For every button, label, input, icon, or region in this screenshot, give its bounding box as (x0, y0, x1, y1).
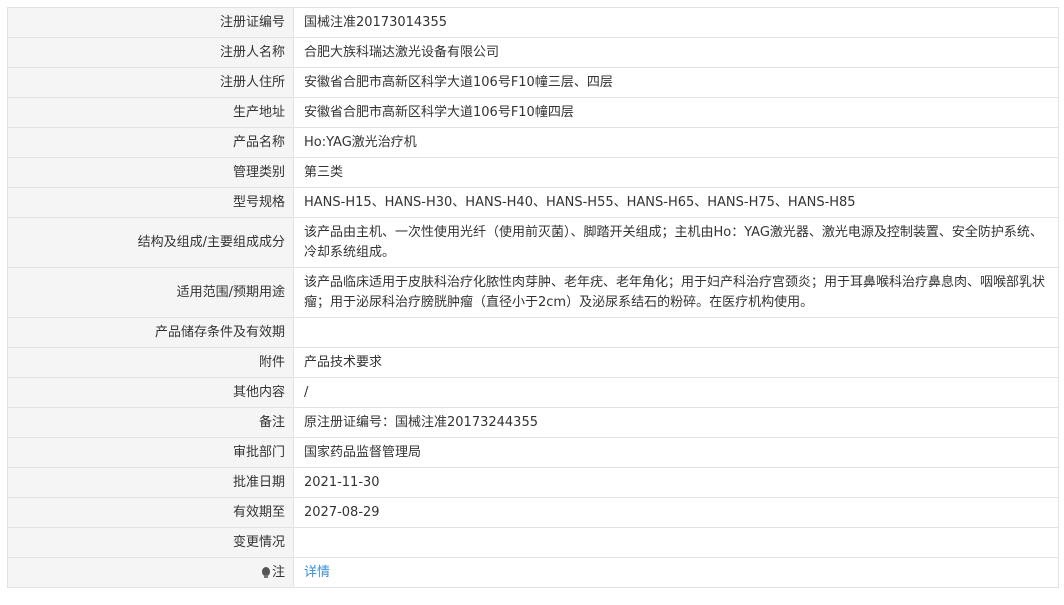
row-value: 国家药品监督管理局 (293, 437, 1059, 468)
row-value: 安徽省合肥市高新区科学大道106号F10幢四层 (293, 97, 1059, 128)
row-value: 该产品由主机、一次性使用光纤（使用前灭菌）、脚踏开关组成；主机由Ho：YAG激光… (293, 217, 1059, 268)
row-value: 2027-08-29 (293, 497, 1059, 528)
row-label: 附件 (7, 347, 294, 378)
row-label: 产品储存条件及有效期 (7, 317, 294, 348)
row-value: 产品技术要求 (293, 347, 1059, 378)
table-row: 注册证编号 国械注准20173014355 (7, 7, 1059, 38)
table-row: 注册人名称 合肥大族科瑞达激光设备有限公司 (7, 37, 1059, 68)
table-row: 结构及组成/主要组成成分 该产品由主机、一次性使用光纤（使用前灭菌）、脚踏开关组… (7, 217, 1059, 268)
row-label: 变更情况 (7, 527, 294, 558)
table-row: 变更情况 (7, 527, 1059, 558)
table-row: 适用范围/预期用途 该产品临床适用于皮肤科治疗化脓性肉芽肿、老年疣、老年角化；用… (7, 267, 1059, 318)
row-label: 结构及组成/主要组成成分 (7, 217, 294, 268)
row-value: 2021-11-30 (293, 467, 1059, 498)
table-row: 审批部门 国家药品监督管理局 (7, 437, 1059, 468)
row-label: 适用范围/预期用途 (7, 267, 294, 318)
row-label: 有效期至 (7, 497, 294, 528)
row-value: 原注册证编号：国械注准20173244355 (293, 407, 1059, 438)
row-value (293, 317, 1059, 348)
note-value-cell: 详情 (293, 557, 1059, 588)
row-label: 审批部门 (7, 437, 294, 468)
row-value (293, 527, 1059, 558)
row-label: 批准日期 (7, 467, 294, 498)
table-row: 备注 原注册证编号：国械注准20173244355 (7, 407, 1059, 438)
row-value: HANS-H15、HANS-H30、HANS-H40、HANS-H55、HANS… (293, 187, 1059, 218)
row-value: 国械注准20173014355 (293, 7, 1059, 38)
row-label: 其他内容 (7, 377, 294, 408)
row-label: 注册人名称 (7, 37, 294, 68)
row-value: / (293, 377, 1059, 408)
row-value: 第三类 (293, 157, 1059, 188)
note-label: 注 (271, 564, 285, 580)
row-value: Ho:YAG激光治疗机 (293, 127, 1059, 158)
table-row: 有效期至 2027-08-29 (7, 497, 1059, 528)
row-label: 生产地址 (7, 97, 294, 128)
registration-detail-table: 注册证编号 国械注准20173014355 注册人名称 合肥大族科瑞达激光设备有… (7, 7, 1059, 588)
row-value: 合肥大族科瑞达激光设备有限公司 (293, 37, 1059, 68)
row-label: 备注 (7, 407, 294, 438)
table-row: 型号规格 HANS-H15、HANS-H30、HANS-H40、HANS-H55… (7, 187, 1059, 218)
row-label: 注册证编号 (7, 7, 294, 38)
note-row: 注 详情 (7, 557, 1059, 588)
row-value: 安徽省合肥市高新区科学大道106号F10幢三层、四层 (293, 67, 1059, 98)
table-row: 生产地址 安徽省合肥市高新区科学大道106号F10幢四层 (7, 97, 1059, 128)
row-label: 产品名称 (7, 127, 294, 158)
details-link[interactable]: 详情 (304, 565, 330, 580)
row-label: 型号规格 (7, 187, 294, 218)
table-row: 附件 产品技术要求 (7, 347, 1059, 378)
row-value: 该产品临床适用于皮肤科治疗化脓性肉芽肿、老年疣、老年角化；用于妇产科治疗宫颈炎；… (293, 267, 1059, 318)
row-label: 注册人住所 (7, 67, 294, 98)
table-row: 注册人住所 安徽省合肥市高新区科学大道106号F10幢三层、四层 (7, 67, 1059, 98)
table-row: 产品储存条件及有效期 (7, 317, 1059, 348)
registration-detail-panel: 注册证编号 国械注准20173014355 注册人名称 合肥大族科瑞达激光设备有… (7, 7, 1059, 588)
table-row: 批准日期 2021-11-30 (7, 467, 1059, 498)
table-row: 管理类别 第三类 (7, 157, 1059, 188)
table-row: 其他内容 / (7, 377, 1059, 408)
row-label: 管理类别 (7, 157, 294, 188)
note-label-cell: 注 (7, 557, 294, 588)
lightbulb-icon (261, 566, 270, 578)
table-row: 产品名称 Ho:YAG激光治疗机 (7, 127, 1059, 158)
